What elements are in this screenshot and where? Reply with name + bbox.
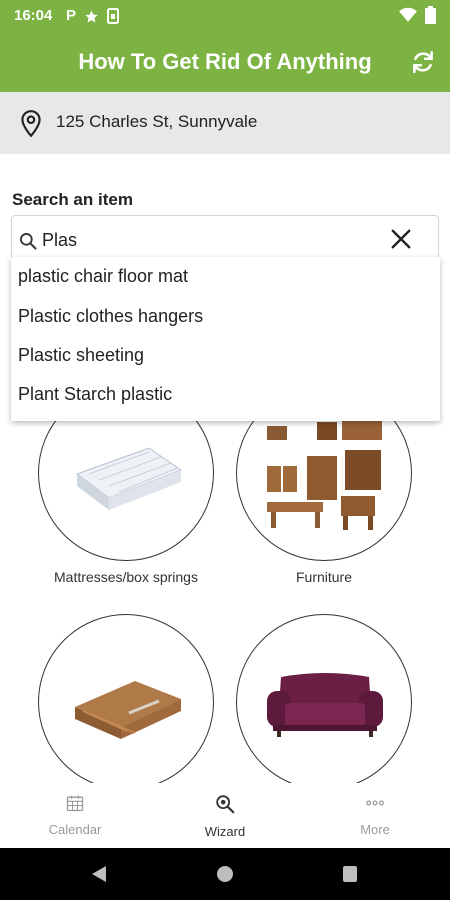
nav-label-wizard: Wizard [204, 824, 246, 839]
back-icon[interactable] [90, 864, 108, 884]
home-icon[interactable] [215, 864, 235, 884]
refresh-icon[interactable] [410, 49, 436, 75]
cardboard-image [75, 681, 181, 739]
bottom-nav: Calendar Wizard More [0, 783, 450, 848]
more-icon [366, 800, 384, 806]
calendar-icon [66, 795, 84, 812]
location-pin-icon [21, 110, 41, 138]
wizard-search-icon [216, 795, 235, 814]
category-label-mattresses: Mattresses/box springs [54, 569, 198, 585]
search-icon [20, 233, 37, 250]
category-cardboard[interactable] [38, 614, 214, 790]
suggestion-item[interactable]: Plant Starch plastic [18, 384, 172, 405]
category-sofa[interactable] [236, 614, 412, 790]
system-nav-bar [0, 848, 450, 900]
wifi-icon [399, 7, 417, 22]
suggestion-item[interactable]: Plastic sheeting [18, 345, 144, 366]
location-bar[interactable]: 125 Charles St, Sunnyvale [0, 92, 450, 154]
suggestion-item[interactable]: Plastic clothes hangers [18, 306, 203, 327]
recents-icon[interactable] [342, 865, 358, 883]
suggestion-item[interactable]: plastic chair floor mat [18, 266, 188, 287]
search-label: Search an item [12, 190, 133, 209]
location-address: 125 Charles St, Sunnyvale [56, 112, 258, 131]
nav-label-calendar: Calendar [48, 822, 102, 837]
nav-more[interactable]: More [325, 793, 425, 837]
parking-icon: P [66, 7, 77, 24]
app-bar: How To Get Rid Of Anything [0, 32, 450, 92]
page-title: How To Get Rid Of Anything [78, 49, 372, 74]
category-label-furniture: Furniture [295, 569, 353, 585]
status-time: 16:04 [14, 7, 53, 24]
suggestion-list: plastic chair floor mat Plastic clothes … [11, 257, 440, 421]
clear-icon[interactable] [390, 228, 412, 250]
nav-label-more: More [360, 822, 390, 837]
status-bar: 16:04 P [0, 0, 450, 32]
battery-icon [425, 6, 436, 24]
star-icon [85, 9, 98, 22]
sim-icon [107, 8, 120, 24]
nav-calendar[interactable]: Calendar [25, 793, 125, 837]
search-box[interactable] [11, 215, 439, 263]
search-input[interactable] [42, 228, 382, 252]
sofa-image [267, 673, 383, 737]
nav-wizard[interactable]: Wizard [175, 793, 275, 839]
